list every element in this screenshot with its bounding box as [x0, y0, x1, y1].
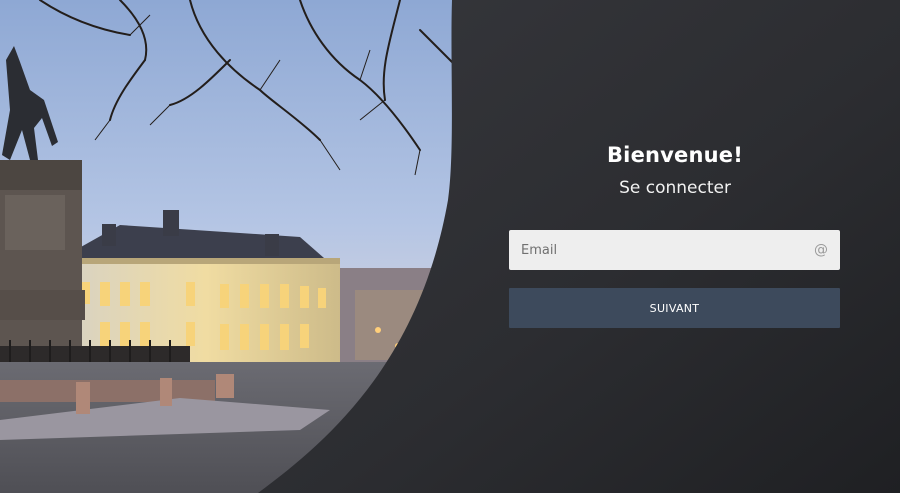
login-subtitle: Se connecter	[619, 178, 731, 198]
background-photo	[0, 0, 470, 493]
email-input[interactable]	[509, 230, 805, 270]
login-page: Bienvenue! Se connecter @ SUIVANT	[0, 0, 900, 493]
at-icon: @	[814, 242, 828, 258]
email-field: @	[509, 230, 840, 270]
welcome-heading: Bienvenue!	[606, 143, 744, 167]
login-form: Bienvenue! Se connecter @ SUIVANT	[470, 0, 900, 493]
next-button[interactable]: SUIVANT	[509, 288, 840, 328]
